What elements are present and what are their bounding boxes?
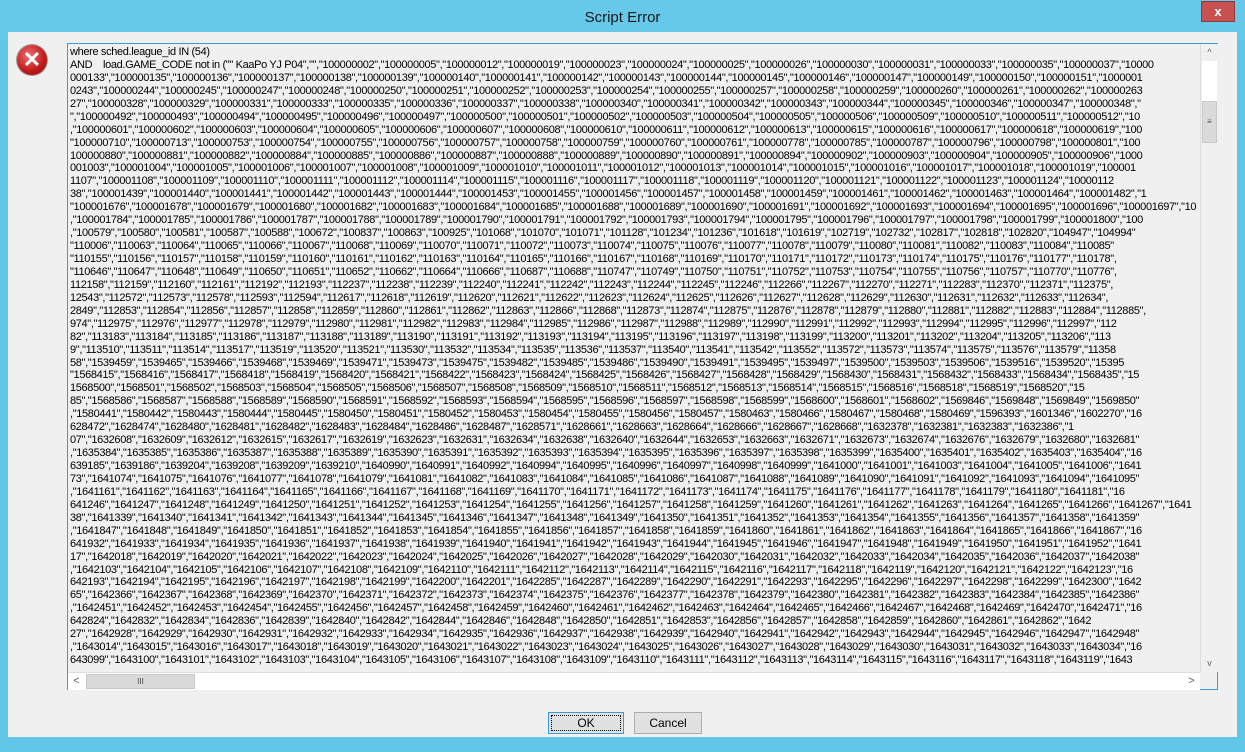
error-text-line: 1568500","1568501","1568502","1568503","…	[70, 382, 1085, 395]
error-text-line: ,"1641847","1641848","1641849","1641850"…	[70, 524, 1142, 537]
error-text-line: 07","1632608","1632609","1632612","16326…	[70, 434, 1140, 447]
error-text-line: 641932","1641933","1641934","1641935","1…	[70, 537, 1142, 550]
error-text-line: "110006","110063","110064","110065","110…	[70, 240, 1114, 253]
error-text-line: AND load.GAME_CODE not in ("" KaaPo YJ P…	[70, 58, 1154, 71]
error-text-line: "110646","110647","110648","110649","110…	[70, 265, 1117, 278]
error-text-line: ,"100000601","100000602","100000603","10…	[70, 123, 1143, 136]
error-text-line: 73","1641074","1641075","1641076","16410…	[70, 472, 1140, 485]
error-text-line: 974","112975","112976","112977","112978"…	[70, 317, 1117, 330]
error-text-line: 82","113183","113184","113185","113186",…	[70, 330, 1111, 343]
error-text-line: ,"1642103","1642104","1642105","1642106"…	[70, 563, 1133, 576]
close-button[interactable]: x	[1201, 1, 1235, 22]
error-text-line: 27","100000328","100000329","100000331",…	[70, 97, 1141, 110]
error-text-line: ,"1643014","1643015","1643016","1643017"…	[70, 641, 1142, 654]
error-text-line: 2849","112853","112854","112856","112857…	[70, 304, 1146, 317]
error-text-line: where sched.league_id IN (54)	[70, 46, 210, 58]
scrollbar-corner	[1200, 672, 1217, 689]
error-text-line: 628472","1628474","1628480","1628481","1…	[70, 421, 1074, 434]
scroll-down-icon[interactable]: v	[1201, 655, 1218, 672]
error-text-line: 001003","100001004","100001005","1000010…	[70, 162, 1136, 175]
error-text-line: 112158","112159","112160","112161","1121…	[70, 278, 1113, 291]
error-text-line: 643099","1643100","1643101","1643102","1…	[70, 654, 1133, 667]
error-text-line: 641246","1641247","1641248","1641249","1…	[70, 498, 1192, 511]
ok-button[interactable]: OK	[548, 712, 624, 734]
vertical-scrollbar[interactable]: ^ ≡ v	[1200, 44, 1218, 672]
error-text-line: 100000880","100000881","100000882","1000…	[70, 149, 1143, 162]
error-text-line: 27","1642928","1642929","1642930","16429…	[70, 628, 1140, 641]
error-text-line: ,"100001784","100001785","100001786","10…	[70, 214, 1143, 227]
error-text-line: "100000710","100000713","100000753","100…	[70, 136, 1141, 149]
error-text-line: ,"1641161","1641162","1641163","1641164"…	[70, 485, 1125, 498]
error-text-line: 38","100001439","100001440","100001441",…	[70, 188, 1147, 201]
horizontal-scroll-thumb[interactable]: III	[86, 674, 195, 689]
error-text-line: 000133","100000135","100000136","1000001…	[70, 71, 1143, 84]
error-text-line: "110155","110156","110157","110158","110…	[70, 253, 1117, 265]
error-text-line: 9","113510","113511","113514","113517","…	[70, 343, 1116, 356]
horizontal-scrollbar[interactable]: < III >	[68, 672, 1200, 690]
error-message-text[interactable]: where sched.league_id IN (54) AND load.GA…	[68, 44, 1200, 672]
error-text-line: 58","1539459","1539465","1539466","15394…	[70, 356, 1124, 369]
vertical-scroll-thumb[interactable]: ≡	[1202, 101, 1217, 143]
error-icon: ✕	[17, 45, 47, 75]
scroll-up-icon[interactable]: ^	[1201, 44, 1218, 61]
scroll-left-icon[interactable]: <	[68, 673, 85, 690]
error-text-line: 639185","1639186","1639204","1639208","1…	[70, 460, 1142, 472]
error-text-line: 642193","1642194","1642195","1642196","1…	[70, 576, 1142, 589]
error-text-line: "1568415","1568416","1568417","1568418",…	[70, 369, 1140, 382]
vertical-scroll-track[interactable]	[1202, 61, 1217, 101]
error-text-line: 38","1641339","1641340","1641341","16413…	[70, 511, 1140, 524]
error-message-box[interactable]: where sched.league_id IN (54) AND load.GA…	[67, 43, 1218, 690]
scroll-right-icon[interactable]: >	[1183, 673, 1200, 690]
error-text-line: 1107","100001108","100001109","100001110…	[70, 175, 1114, 188]
error-text-line: ,"1642451","1642452","1642453","1642454"…	[70, 602, 1142, 615]
error-text-line: "100001676","100001678","100001679","100…	[70, 201, 1197, 214]
error-text-line: 642824","1642832","1642834","1642836","1…	[70, 615, 1092, 628]
error-text-line: ,"100579","100580","100581","100587","10…	[70, 227, 1136, 240]
error-text-line: 0243","100000244","100000245","100000247…	[70, 84, 1143, 97]
error-text-line: ,"1580441","1580442","1580443","1580444"…	[70, 408, 1142, 421]
window-title: Script Error	[584, 9, 661, 26]
error-text-line: 17","1642018","1642019","1642020","16420…	[70, 550, 1140, 563]
error-text-line: ,"1635384","1635385","1635386","1635387"…	[70, 447, 1142, 460]
error-text-line: 12543","112572","112573","112578","11259…	[70, 291, 1109, 304]
error-text-line: ","100000492","100000493","100000494","1…	[70, 110, 1140, 123]
error-text-line: 85","1568586","1568587","1568588","15685…	[70, 395, 1140, 408]
cancel-button[interactable]: Cancel	[634, 712, 702, 734]
error-text-line: 65","1642366","1642367","1642368","16423…	[70, 589, 1140, 602]
